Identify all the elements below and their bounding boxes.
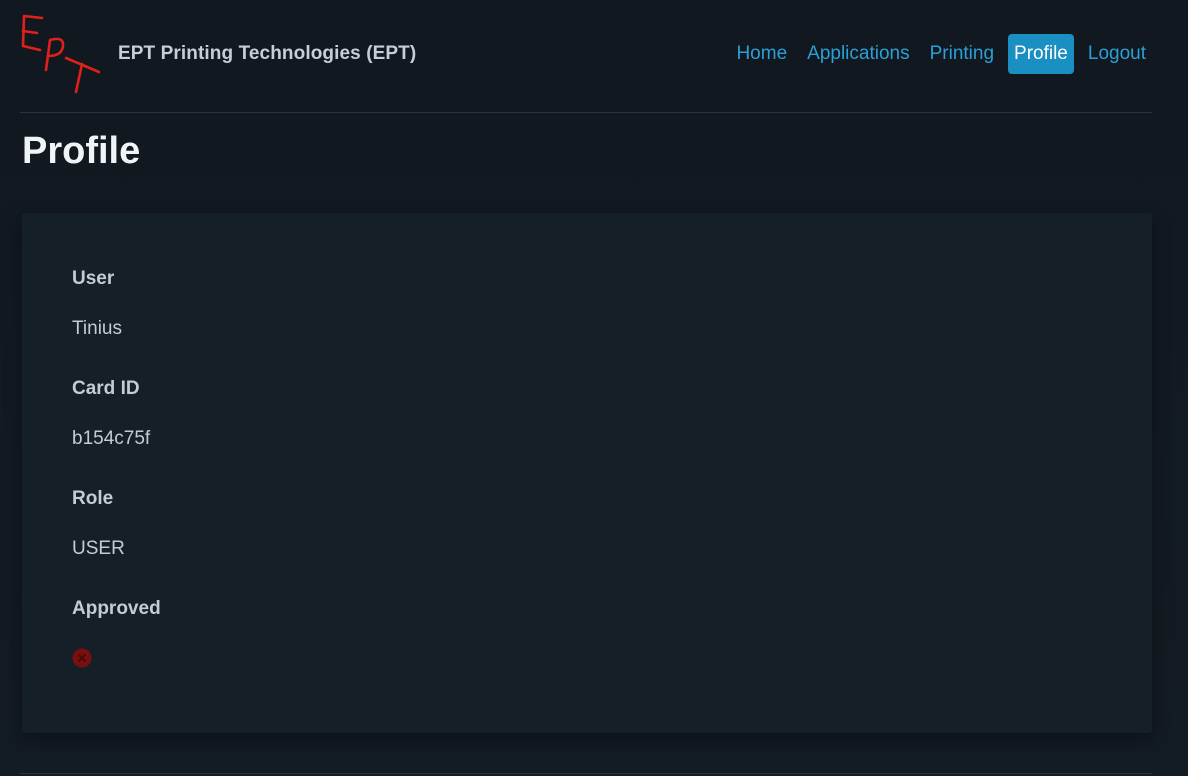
card-id-value: b154c75f: [72, 428, 151, 449]
page-title: Profile: [22, 130, 141, 172]
approved-label: Approved: [72, 598, 161, 619]
footer-divider: [20, 773, 1152, 774]
nav-printing-link[interactable]: Printing: [924, 34, 1000, 74]
ept-logo[interactable]: [20, 12, 100, 94]
top-navbar: EPT Printing Technologies (EPT) Home App…: [20, 0, 1152, 113]
brand-name[interactable]: EPT Printing Technologies (EPT): [118, 43, 416, 65]
card-id-label: Card ID: [72, 378, 140, 399]
nav-applications-link[interactable]: Applications: [801, 34, 915, 74]
user-label: User: [72, 268, 115, 289]
user-value: Tinius: [72, 318, 122, 339]
nav-home-link[interactable]: Home: [730, 34, 793, 74]
x-circle-icon: [72, 648, 92, 668]
profile-card: User Tinius Card ID b154c75f Role USER A…: [22, 213, 1152, 733]
role-value: USER: [72, 538, 125, 559]
nav-logout-link[interactable]: Logout: [1082, 34, 1152, 74]
main-nav: Home Applications Printing Profile Logou…: [722, 34, 1152, 74]
role-label: Role: [72, 488, 114, 509]
nav-profile-link[interactable]: Profile: [1008, 34, 1074, 74]
